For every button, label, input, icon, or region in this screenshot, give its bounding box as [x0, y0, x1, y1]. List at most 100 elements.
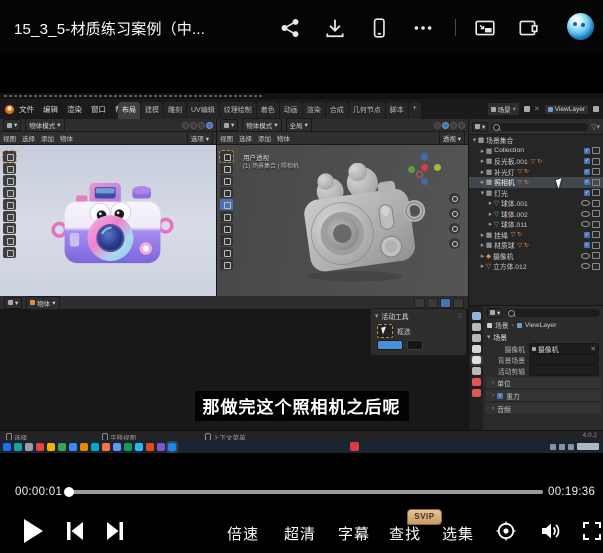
zoom-icon[interactable] [449, 193, 460, 204]
blender-menu-item[interactable]: 文件 [19, 104, 34, 115]
taskbar-app-icon[interactable] [124, 443, 132, 451]
options-icon[interactable] [453, 298, 464, 308]
expand-arrow-icon[interactable]: ▸ [479, 147, 486, 155]
viewport-menu-item[interactable]: 选择 [22, 133, 35, 143]
tool-button[interactable] [3, 175, 16, 186]
tool-button[interactable] [3, 187, 16, 198]
user-avatar[interactable] [567, 13, 594, 40]
picture-in-picture-icon[interactable] [474, 17, 496, 39]
camera-render-icon[interactable] [592, 252, 600, 259]
expand-arrow-icon[interactable]: ▸ [487, 210, 494, 218]
taskbar-app-icon[interactable] [113, 443, 121, 451]
viewport-right-mode-dropdown[interactable]: 物体模式 ▾ [242, 118, 281, 132]
screen-icon[interactable] [592, 147, 600, 154]
screen-icon[interactable] [592, 189, 600, 196]
workspace-tab[interactable]: 渲染 [303, 102, 325, 119]
tool-button[interactable] [220, 259, 233, 270]
phone-icon[interactable] [368, 17, 390, 39]
checkbox-icon[interactable]: ✓ [584, 190, 590, 196]
play-button[interactable] [22, 512, 44, 550]
taskbar-app-icon[interactable] [3, 443, 11, 451]
taskbar-app-icon[interactable] [102, 443, 110, 451]
collapsed-panel-header[interactable]: ›音频 [486, 403, 601, 415]
workspace-tab[interactable]: 建模 [141, 102, 163, 119]
editor-type-icon[interactable]: ▾ [3, 119, 21, 131]
tool-button[interactable] [220, 247, 233, 258]
tool-button[interactable] [3, 235, 16, 246]
shading-mode-icon[interactable] [450, 122, 457, 129]
taskbar-app-icon[interactable] [91, 443, 99, 451]
collapsed-panel-header[interactable]: ›单位 [486, 377, 601, 389]
property-value-input[interactable] [529, 365, 599, 376]
properties-tab-icon[interactable] [472, 334, 481, 342]
overlay-toggle-icon[interactable] [440, 298, 451, 308]
next-episode-button[interactable] [104, 512, 126, 550]
eye-icon[interactable] [581, 263, 590, 269]
expand-arrow-icon[interactable]: ▸ [487, 220, 494, 228]
eye-icon[interactable] [581, 200, 590, 206]
viewport-menu-item[interactable]: 物体 [60, 133, 73, 143]
outliner-filter-icon[interactable]: ▽▾ [591, 123, 600, 131]
checkbox-icon[interactable]: ✓ [584, 232, 590, 238]
workspace-tab[interactable]: 布局 [118, 102, 140, 119]
shading-mode-icon[interactable] [458, 122, 465, 129]
checkbox-icon[interactable]: ✓ [584, 158, 590, 164]
expand-arrow-icon[interactable]: ▸ [479, 157, 486, 165]
system-tray[interactable] [550, 443, 599, 450]
properties-tab-icon[interactable] [472, 345, 481, 353]
taskbar-app-icon[interactable] [168, 443, 176, 451]
navigation-gizmo[interactable] [408, 153, 440, 185]
taskbar-app-icon[interactable] [58, 443, 66, 451]
outliner-row[interactable]: ▾▦灯光✓ [469, 188, 603, 199]
tool-button[interactable] [220, 151, 233, 162]
outliner-search-input[interactable] [491, 123, 588, 131]
tool-button[interactable] [220, 211, 233, 222]
tool-button[interactable] [3, 211, 16, 222]
clear-icon[interactable]: ✕ [590, 345, 596, 353]
properties-search-input[interactable] [506, 309, 600, 317]
blender-menu-item[interactable]: 渲染 [67, 104, 82, 115]
progress-knob[interactable] [64, 487, 74, 497]
properties-tab-icon[interactable] [472, 312, 481, 320]
expand-arrow-icon[interactable]: ▾ [479, 189, 486, 197]
camera-view-icon[interactable] [449, 223, 460, 234]
speed-button[interactable]: 倍速 [227, 523, 259, 544]
screen-icon[interactable] [592, 168, 600, 175]
tool-button[interactable] [220, 163, 233, 174]
screen-icon[interactable] [592, 158, 600, 165]
blender-logo-icon[interactable] [5, 105, 14, 114]
shading-mode-icon[interactable] [442, 122, 449, 129]
snap-icon[interactable] [427, 298, 438, 308]
tool-button[interactable] [220, 187, 233, 198]
shading-mode-icon[interactable] [182, 122, 189, 129]
taskbar-app-icon[interactable] [146, 443, 154, 451]
expand-arrow-icon[interactable]: ▸ [479, 168, 486, 176]
workspace-tab[interactable]: 几何节点 [349, 102, 385, 119]
eye-icon[interactable] [581, 253, 590, 259]
taskbar-app-icon[interactable] [135, 443, 143, 451]
collapsed-panel-header[interactable]: ›✓重力 [486, 390, 601, 402]
outliner-row[interactable]: ▸▦照相机▽ ↻✓ [469, 177, 603, 188]
viewport-menu-item[interactable]: 添加 [258, 133, 271, 143]
camera-render-icon[interactable] [592, 221, 600, 228]
subtitles-button[interactable]: 字幕 [338, 523, 370, 544]
taskbar-app-icon[interactable] [80, 443, 88, 451]
taskbar-app-icon[interactable] [157, 443, 165, 451]
shading-mode-icon[interactable] [434, 122, 441, 129]
volume-button[interactable] [540, 512, 562, 550]
outliner-row[interactable]: ▸▦反光板.001▽ ↻✓ [469, 156, 603, 167]
share-icon[interactable] [279, 17, 301, 39]
screen-icon[interactable] [592, 242, 600, 249]
tool-color-swatch[interactable] [377, 340, 403, 350]
editor-type-icon[interactable]: ▾ [220, 119, 238, 131]
fullscreen-button[interactable] [583, 512, 601, 550]
find-button[interactable]: 查找 [389, 523, 421, 544]
property-value-input[interactable] [529, 354, 599, 365]
outliner-display-mode[interactable]: ▾ [472, 122, 488, 132]
viewport-menu-item[interactable]: 添加 [41, 133, 54, 143]
outliner-row[interactable]: ▸▽球体.011 [469, 219, 603, 230]
checkbox-icon[interactable]: ✓ [497, 393, 503, 399]
outliner-row[interactable]: ▸▦挂绳▽ ↻✓ [469, 230, 603, 241]
taskbar-app-icon[interactable] [47, 443, 55, 451]
grid-toggle-icon[interactable] [449, 238, 460, 249]
